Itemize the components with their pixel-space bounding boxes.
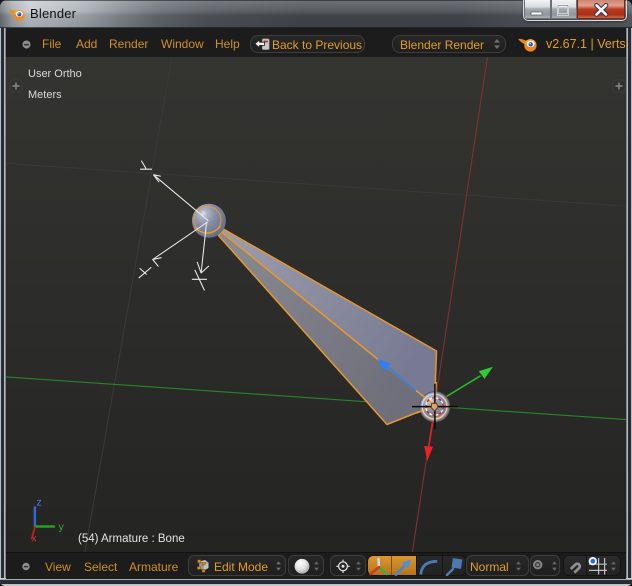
svg-text:x: x [32, 533, 38, 545]
svg-text:z: z [37, 497, 42, 509]
svg-text:y: y [59, 521, 65, 533]
svg-text:Meters: Meters [28, 89, 62, 101]
svg-text:(54) Armature : Bone: (54) Armature : Bone [78, 533, 185, 545]
svg-text:User Ortho: User Ortho [28, 68, 82, 80]
